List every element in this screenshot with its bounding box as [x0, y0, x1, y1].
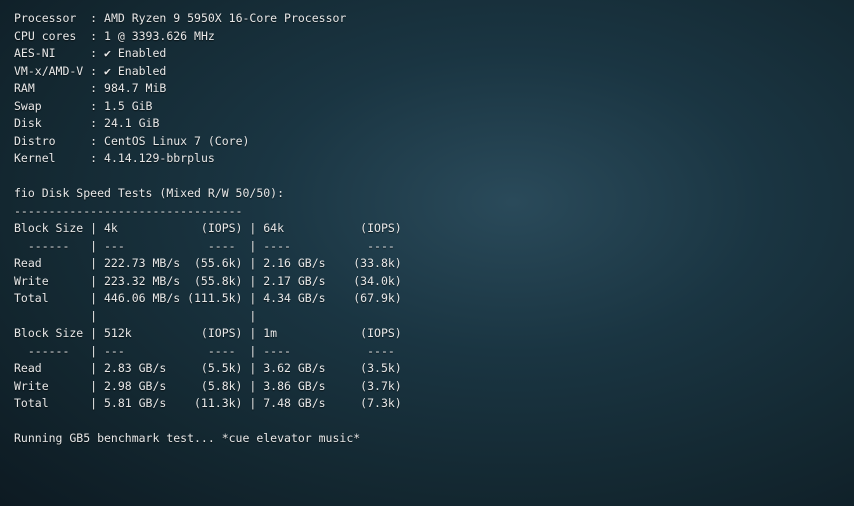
ram-label: RAM :	[14, 81, 104, 95]
distro-label: Distro :	[14, 134, 104, 148]
kernel-label: Kernel :	[14, 151, 104, 165]
fio-header-sep: ------ | --- ---- | ---- ----	[14, 238, 840, 256]
vmx-line: VM-x/AMD-V : ✔ Enabled	[14, 63, 840, 81]
processor-value: AMD Ryzen 9 5950X 16-Core Processor	[104, 11, 346, 25]
fio-total-512k-1m: Total | 5.81 GB/s (11.3k) | 7.48 GB/s (7…	[14, 395, 840, 413]
processor-line: Processor : AMD Ryzen 9 5950X 16-Core Pr…	[14, 10, 840, 28]
swap-value: 1.5 GiB	[104, 99, 152, 113]
disk-line: Disk : 24.1 GiB	[14, 115, 840, 133]
aesni-label: AES-NI :	[14, 46, 104, 60]
blank-line-2	[14, 413, 840, 431]
disk-label: Disk :	[14, 116, 104, 130]
vmx-label: VM-x/AMD-V :	[14, 64, 104, 78]
fio-write-512k-1m: Write | 2.98 GB/s (5.8k) | 3.86 GB/s (3.…	[14, 378, 840, 396]
processor-label: Processor :	[14, 11, 104, 25]
swap-line: Swap : 1.5 GiB	[14, 98, 840, 116]
cpucores-value: 1 @ 3393.626 MHz	[104, 29, 215, 43]
vmx-value: ✔ Enabled	[104, 64, 166, 78]
fio-header-4k-64k: Block Size | 4k (IOPS) | 64k (IOPS)	[14, 220, 840, 238]
ram-line: RAM : 984.7 MiB	[14, 80, 840, 98]
footer-status: Running GB5 benchmark test... *cue eleva…	[14, 430, 840, 448]
kernel-value: 4.14.129-bbrplus	[104, 151, 215, 165]
disk-value: 24.1 GiB	[104, 116, 159, 130]
distro-line: Distro : CentOS Linux 7 (Core)	[14, 133, 840, 151]
distro-value: CentOS Linux 7 (Core)	[104, 134, 249, 148]
fio-divider: ---------------------------------	[14, 203, 840, 221]
aesni-value: ✔ Enabled	[104, 46, 166, 60]
fio-read-4k-64k: Read | 222.73 MB/s (55.6k) | 2.16 GB/s (…	[14, 255, 840, 273]
fio-write-4k-64k: Write | 223.32 MB/s (55.8k) | 2.17 GB/s …	[14, 273, 840, 291]
fio-header-512k-1m: Block Size | 512k (IOPS) | 1m (IOPS)	[14, 325, 840, 343]
cpucores-line: CPU cores : 1 @ 3393.626 MHz	[14, 28, 840, 46]
aesni-line: AES-NI : ✔ Enabled	[14, 45, 840, 63]
fio-total-4k-64k: Total | 446.06 MB/s (111.5k) | 4.34 GB/s…	[14, 290, 840, 308]
fio-header-sep-2: ------ | --- ---- | ---- ----	[14, 343, 840, 361]
fio-read-512k-1m: Read | 2.83 GB/s (5.5k) | 3.62 GB/s (3.5…	[14, 360, 840, 378]
blank-line	[14, 168, 840, 186]
swap-label: Swap :	[14, 99, 104, 113]
ram-value: 984.7 MiB	[104, 81, 166, 95]
cpucores-label: CPU cores :	[14, 29, 104, 43]
kernel-line: Kernel : 4.14.129-bbrplus	[14, 150, 840, 168]
fio-title: fio Disk Speed Tests (Mixed R/W 50/50):	[14, 185, 840, 203]
fio-gap-row: | |	[14, 308, 840, 326]
